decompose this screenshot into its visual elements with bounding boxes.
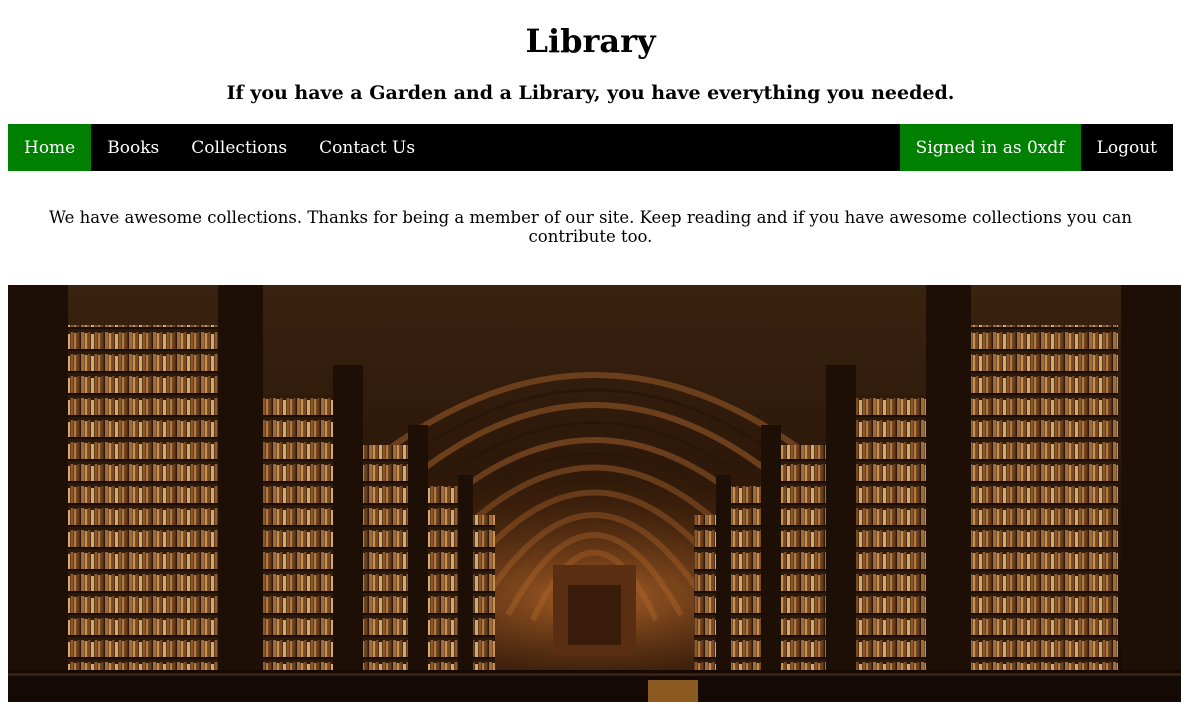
page-subtitle: If you have a Garden and a Library, you … bbox=[226, 82, 955, 104]
nav-contact-us[interactable]: Contact Us bbox=[303, 124, 431, 171]
page-title: Library bbox=[525, 22, 656, 60]
nav-collections[interactable]: Collections bbox=[175, 124, 303, 171]
logout-link[interactable]: Logout bbox=[1081, 124, 1173, 171]
top-navbar: Home Books Collections Contact Us Signed… bbox=[8, 124, 1173, 171]
nav-spacer bbox=[431, 124, 900, 171]
library-hall-image bbox=[8, 285, 1181, 702]
nav-books[interactable]: Books bbox=[91, 124, 175, 171]
signed-in-indicator[interactable]: Signed in as 0xdf bbox=[899, 124, 1081, 171]
intro-text: We have awesome collections. Thanks for … bbox=[49, 208, 1132, 246]
nav-home[interactable]: Home bbox=[8, 124, 92, 171]
